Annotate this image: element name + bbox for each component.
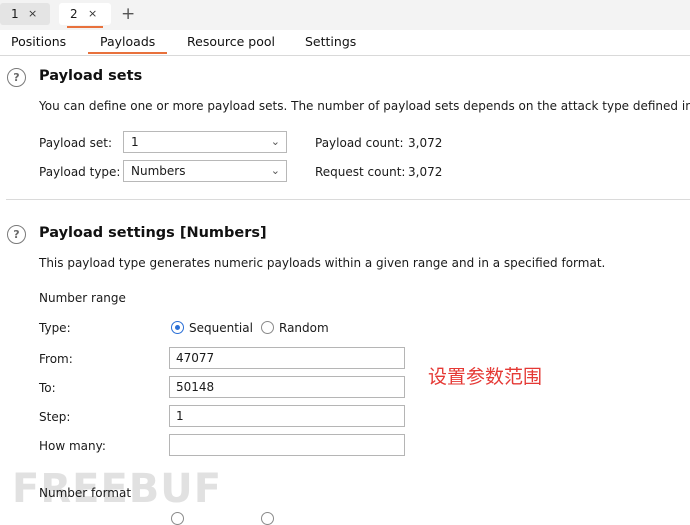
- payload-type-value: Numbers: [131, 164, 186, 178]
- payload-type-select[interactable]: Numbers ⌄: [123, 160, 287, 182]
- chevron-down-icon: ⌄: [270, 164, 280, 177]
- close-icon[interactable]: ×: [88, 3, 97, 25]
- type-label: Type:: [39, 321, 71, 335]
- tab-payloads[interactable]: Payloads: [87, 34, 168, 54]
- radio-sequential[interactable]: [171, 321, 184, 334]
- add-tab-icon[interactable]: +: [121, 4, 135, 24]
- section-title-payload-settings: Payload settings [Numbers]: [39, 225, 267, 241]
- from-label: From:: [39, 352, 73, 366]
- to-label: To:: [39, 381, 56, 395]
- payload-set-select[interactable]: 1 ⌄: [123, 131, 287, 153]
- radio-random-label: Random: [279, 321, 329, 335]
- request-count-value: 3,072: [408, 165, 443, 179]
- help-icon[interactable]: ?: [7, 225, 26, 244]
- annotation-text: 设置参数范围: [428, 366, 543, 388]
- radio-sequential-label: Sequential: [189, 321, 253, 335]
- instance-tab-label: 1: [11, 7, 19, 21]
- payload-type-label: Payload type:: [39, 165, 121, 179]
- payload-set-label: Payload set:: [39, 136, 112, 150]
- radio-format-option[interactable]: [261, 512, 274, 525]
- help-icon[interactable]: ?: [7, 68, 26, 87]
- how-many-field[interactable]: [169, 434, 405, 456]
- instance-tab-label: 2: [70, 7, 78, 21]
- tab-settings[interactable]: Settings: [305, 34, 356, 49]
- chevron-down-icon: ⌄: [270, 135, 280, 148]
- instance-tab-bar: 1 × 2 × +: [0, 0, 690, 31]
- instance-tab-2[interactable]: 2 ×: [59, 3, 111, 28]
- step-field[interactable]: 1: [169, 405, 405, 427]
- payload-count-label: Payload count:: [315, 136, 404, 150]
- payload-count-value: 3,072: [408, 136, 443, 150]
- instance-tab-1[interactable]: 1 ×: [0, 3, 50, 25]
- request-count-label: Request count:: [315, 165, 406, 179]
- close-icon[interactable]: ×: [28, 3, 37, 25]
- payload-sets-description: You can define one or more payload sets.…: [39, 99, 690, 113]
- to-field[interactable]: 50148: [169, 376, 405, 398]
- how-many-label: How many:: [39, 439, 106, 453]
- payload-set-value: 1: [131, 135, 139, 149]
- number-range-heading: Number range: [39, 291, 126, 305]
- from-field[interactable]: 47077: [169, 347, 405, 369]
- payload-settings-description: This payload type generates numeric payl…: [39, 256, 606, 270]
- radio-format-option[interactable]: [171, 512, 184, 525]
- section-divider: [6, 199, 690, 200]
- number-format-heading: Number format: [39, 486, 132, 500]
- section-title-payload-sets: Payload sets: [39, 68, 143, 84]
- step-label: Step:: [39, 410, 71, 424]
- radio-random[interactable]: [261, 321, 274, 334]
- tab-resource-pool[interactable]: Resource pool: [187, 34, 275, 49]
- tab-positions[interactable]: Positions: [11, 34, 66, 49]
- tool-tab-bar: Positions Payloads Resource pool Setting…: [0, 30, 690, 56]
